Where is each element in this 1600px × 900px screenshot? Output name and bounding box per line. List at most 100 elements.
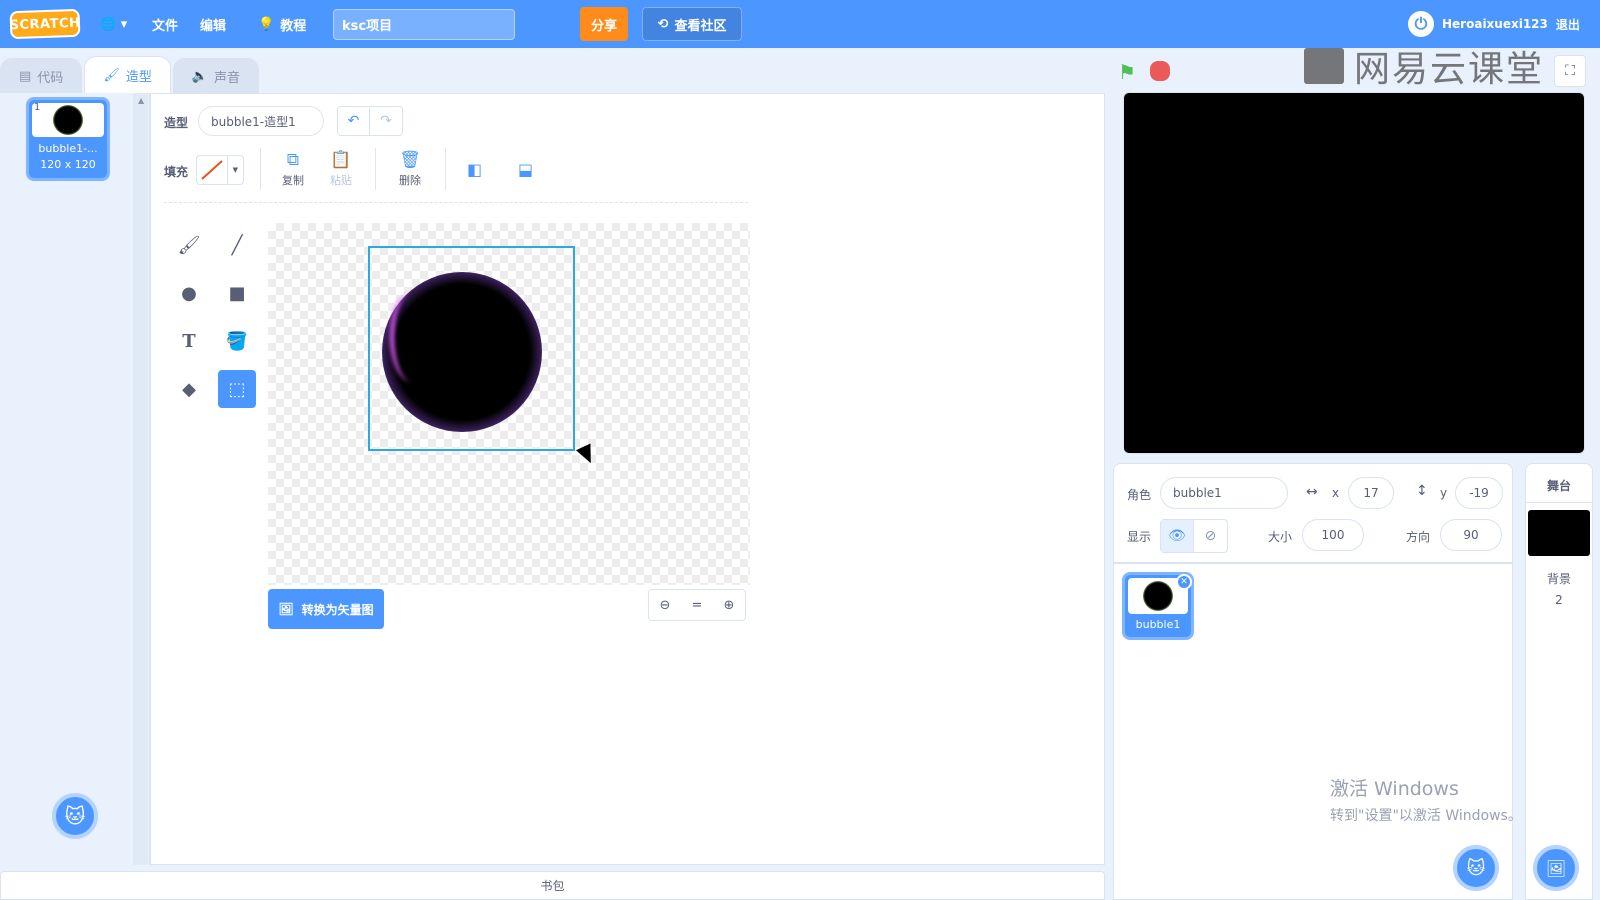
select-tool-icon[interactable]: ⬚: [218, 370, 256, 408]
fill-color-picker[interactable]: ▼: [196, 155, 244, 185]
divider: [445, 148, 446, 190]
stage-thumbnail[interactable]: [1528, 510, 1590, 556]
convert-to-vector-label: 转换为矢量图: [301, 602, 374, 617]
share-button[interactable]: 分享: [580, 7, 628, 41]
close-icon[interactable]: ✕: [1176, 574, 1192, 590]
see-community-button[interactable]: ⟲ 查看社区: [642, 7, 742, 41]
menu-edit[interactable]: 编辑: [200, 12, 226, 36]
language-globe-icon[interactable]: 🌐 ▾: [100, 12, 127, 36]
paste-button[interactable]: 📋 粘贴: [317, 150, 365, 188]
cat-plus-icon: 🐱: [64, 804, 86, 828]
circle-tool-icon[interactable]: ●: [170, 274, 208, 312]
delete-label: 删除: [399, 174, 421, 187]
costume-thumbnail: [32, 103, 104, 137]
y-input[interactable]: -19: [1455, 477, 1503, 509]
scroll-up-icon[interactable]: ▲: [138, 96, 144, 105]
menu-file[interactable]: 文件: [152, 12, 178, 36]
user-menu[interactable]: ⏻ Heroaixuexi123 退出: [1408, 10, 1580, 38]
eye-off-icon[interactable]: ⊘: [1194, 520, 1227, 552]
costume-list-scrollbar[interactable]: [133, 93, 148, 865]
sprite-name-input[interactable]: bubble1: [1160, 477, 1288, 509]
eye-icon[interactable]: 👁: [1161, 520, 1195, 552]
copy-label: 复制: [282, 174, 304, 187]
watermark-logo-icon: [1304, 48, 1344, 84]
toolbar-divider: [164, 202, 748, 203]
tab-code[interactable]: ▤ 代码: [0, 58, 83, 94]
x-arrows-icon: ↔: [1306, 484, 1318, 500]
add-sprite-button[interactable]: 🐱: [1453, 845, 1499, 891]
backpack-bar[interactable]: 书包: [0, 871, 1105, 900]
y-label: y: [1440, 486, 1448, 500]
show-label: 显示: [1127, 530, 1152, 544]
stop-icon[interactable]: [1150, 61, 1170, 81]
tab-sounds[interactable]: 🔈 声音: [172, 58, 260, 94]
add-costume-button[interactable]: 🐱: [52, 793, 98, 839]
green-flag-icon[interactable]: ⚑: [1118, 60, 1136, 84]
costume-list: [0, 93, 150, 865]
tab-code-label: 代码: [37, 71, 64, 86]
line-tool-icon[interactable]: ╱: [218, 226, 256, 264]
zoom-reset-button[interactable]: =: [681, 590, 713, 620]
size-input[interactable]: 100: [1302, 519, 1364, 551]
visibility-toggle: 👁 ⊘: [1160, 519, 1228, 553]
zoom-out-icon[interactable]: ⊖: [649, 590, 681, 620]
no-fill-icon: [197, 156, 228, 184]
speaker-icon: 🔈: [191, 69, 209, 84]
delete-button[interactable]: 🗑 删除: [386, 150, 434, 188]
chevron-down-icon: ▼: [232, 166, 239, 174]
cat-plus-icon: 🐱: [1466, 857, 1486, 879]
sprite-label: 角色: [1127, 488, 1152, 502]
paste-icon: 📋: [330, 150, 352, 170]
power-icon: ⏻: [1408, 11, 1434, 37]
tab-costumes[interactable]: 🖌 造型: [84, 56, 171, 94]
logout-link[interactable]: 退出: [1556, 16, 1580, 33]
direction-label: 方向: [1406, 530, 1431, 544]
copy-button[interactable]: ⧉ 复制: [269, 150, 317, 188]
tab-sounds-label: 声音: [214, 71, 241, 86]
editor-tabs: ▤ 代码 🖌 造型 🔈 声音: [0, 56, 261, 94]
brush-icon: 🖌: [103, 68, 120, 83]
rectangle-tool-icon[interactable]: ■: [218, 274, 256, 312]
see-community-label: 查看社区: [674, 18, 727, 34]
costume-item[interactable]: 1 bubble1-... 120 x 120: [26, 97, 110, 181]
redo-icon[interactable]: ↷: [370, 107, 402, 135]
brush-tool-icon[interactable]: 🖌: [170, 226, 208, 264]
flip-vertical-icon[interactable]: ⬓: [518, 160, 533, 179]
copy-icon: ⧉: [286, 150, 300, 170]
costume-name-input[interactable]: bubble1-造型1: [198, 106, 324, 136]
eraser-tool-icon[interactable]: ◆: [170, 370, 208, 408]
zoom-in-icon[interactable]: ⊕: [713, 590, 745, 620]
flip-horizontal-icon[interactable]: ◧: [467, 160, 482, 179]
bubble-costume-image[interactable]: [382, 272, 542, 432]
convert-to-vector-button[interactable]: 🖼 转换为矢量图: [268, 589, 384, 629]
scratch-logo[interactable]: SCRATCH: [9, 8, 81, 40]
fill-bucket-tool-icon[interactable]: 🪣: [218, 322, 256, 360]
divider: [260, 148, 261, 190]
text-tool-icon[interactable]: T: [170, 322, 208, 360]
undo-redo-group: ↶ ↷: [337, 106, 403, 136]
image-plus-icon: 🖼: [1545, 858, 1567, 878]
windows-activation-notice: 激活 Windows 转到"设置"以激活 Windows。: [1330, 774, 1522, 825]
tab-costumes-label: 造型: [125, 70, 152, 85]
sprite-name: bubble1: [1135, 618, 1181, 631]
x-input[interactable]: 17: [1348, 477, 1394, 509]
code-icon: ▤: [19, 69, 32, 84]
watermark-text: 网易云课堂: [1354, 49, 1545, 90]
size-label: 大小: [1268, 530, 1293, 544]
y-arrows-icon: ↕: [1416, 483, 1428, 499]
tutorial-button[interactable]: 💡 教程: [258, 12, 306, 36]
backdrops-count: 2: [1555, 593, 1563, 607]
divider: [1525, 502, 1593, 503]
fullscreen-icon[interactable]: ⛶: [1554, 55, 1586, 87]
lightbulb-icon: 💡: [258, 16, 275, 32]
stage-title: 舞台: [1546, 479, 1571, 493]
fill-label: 填充: [164, 165, 189, 179]
username: Heroaixuexi123: [1442, 17, 1548, 31]
trash-icon: 🗑: [399, 150, 421, 170]
zoom-controls: ⊖ = ⊕: [648, 589, 746, 621]
stage-bubble-sprite[interactable]: [1308, 233, 1430, 355]
project-title-input[interactable]: ksc项目: [333, 9, 515, 40]
undo-icon[interactable]: ↶: [338, 107, 371, 135]
direction-input[interactable]: 90: [1440, 519, 1502, 551]
add-backdrop-button[interactable]: 🖼: [1533, 845, 1579, 891]
